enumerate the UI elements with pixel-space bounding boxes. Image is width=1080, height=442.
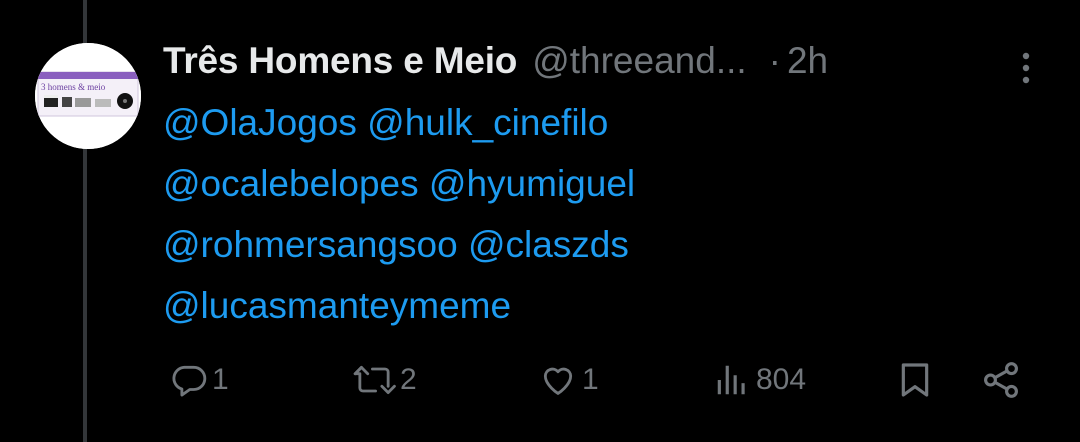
views-button[interactable]: 804 <box>712 355 806 405</box>
avatar[interactable]: 3 homens & meio <box>35 43 141 149</box>
reply-button[interactable]: 1 <box>170 355 229 405</box>
tweet-line: @rohmersangsoo @claszds <box>163 214 1043 275</box>
tweet-timestamp[interactable]: 2h <box>787 40 828 82</box>
more-vertical-icon <box>1022 52 1030 84</box>
reply-count: 1 <box>212 363 229 396</box>
bookmark-icon <box>901 363 929 397</box>
mention-link[interactable]: @OlaJogos <box>163 102 357 143</box>
retweet-count: 2 <box>400 363 417 396</box>
mention-link[interactable]: @ocalebelopes <box>163 163 419 204</box>
like-button[interactable]: 1 <box>538 355 599 405</box>
mention-link[interactable]: @rohmersangsoo <box>163 224 458 265</box>
heart-icon <box>543 367 573 395</box>
views-chart-icon <box>717 365 745 395</box>
mention-link[interactable]: @hyumiguel <box>429 163 635 204</box>
share-icon <box>984 362 1018 398</box>
tweet-container[interactable]: 3 homens & meio Três Homens e Meio @thre… <box>0 0 1080 442</box>
tweet-line: @ocalebelopes @hyumiguel <box>163 153 1043 214</box>
author-handle[interactable]: @threeand... <box>532 40 746 82</box>
like-count: 1 <box>582 363 599 396</box>
retweet-icon <box>353 366 396 394</box>
retweet-button[interactable]: 2 <box>352 355 417 405</box>
mention-link[interactable]: @claszds <box>468 224 629 265</box>
tweet-line: @lucasmanteymeme <box>163 275 1043 336</box>
mention-link[interactable]: @lucasmanteymeme <box>163 285 511 326</box>
separator-dot: · <box>768 40 781 81</box>
tweet-text: @OlaJogos @hulk_cinefilo @ocalebelopes @… <box>163 92 1043 336</box>
tweet-line: @OlaJogos @hulk_cinefilo <box>163 92 1043 153</box>
more-options-button[interactable] <box>1014 48 1038 88</box>
avatar-logo-text: 3 homens & meio <box>41 82 106 92</box>
tweet-header: Três Homens e Meio @threeand... · 2h <box>163 38 828 84</box>
author-display-name[interactable]: Três Homens e Meio <box>163 40 517 82</box>
mention-link[interactable]: @hulk_cinefilo <box>367 102 608 143</box>
bookmark-button[interactable] <box>895 355 935 405</box>
tweet-actions-bar: 1 2 1 804 <box>0 355 1080 405</box>
avatar-logo-image: 3 homens & meio <box>35 43 141 149</box>
reply-icon <box>172 365 207 397</box>
share-button[interactable] <box>980 355 1022 405</box>
views-count: 804 <box>756 363 807 396</box>
